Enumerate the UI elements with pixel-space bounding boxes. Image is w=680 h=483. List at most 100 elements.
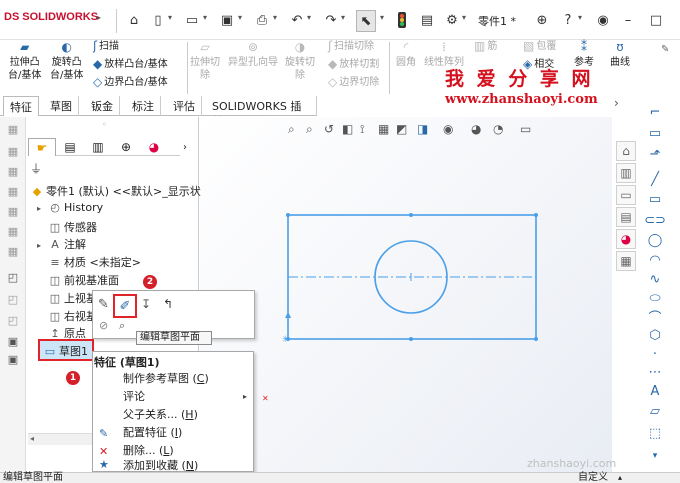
select-dropdown-icon[interactable]: ▾ <box>378 13 386 22</box>
edit-appearance-icon[interactable]: ◉ <box>443 122 453 136</box>
tree-item-sensors[interactable]: ◫ 传感器 <box>32 219 97 235</box>
revolve-boss-button[interactable]: ◐ 旋转凸 台/基体 <box>50 41 83 82</box>
tree-item-history[interactable]: ▸ ◴ History <box>32 201 103 214</box>
sketch-point[interactable] <box>409 213 413 217</box>
display-style-icon[interactable]: ◩ <box>396 122 407 136</box>
print-dropdown-icon[interactable]: ▾ <box>271 13 279 22</box>
dynamic-annotation-icon[interactable]: ⟟ <box>360 122 364 137</box>
zoom-to-area-icon[interactable]: ⌕ <box>306 122 313 137</box>
boundary-boss-button[interactable]: ◇ 边界凸台/基体 <box>93 76 168 89</box>
line-icon[interactable]: ╱ <box>646 170 664 188</box>
menu-item-add-to-favorites[interactable]: ★ 添加到收藏 (N) <box>93 459 253 472</box>
sketch-point[interactable] <box>534 213 538 217</box>
configurationmanager-tab-icon[interactable]: ▥ <box>84 138 112 156</box>
rebuild-traffic-light-icon[interactable] <box>393 11 411 29</box>
sketch-drawing[interactable]: ✳ ▲ <box>270 195 560 355</box>
help-icon[interactable]: ? <box>559 11 577 29</box>
strip-icon[interactable]: ▣ <box>5 353 21 367</box>
print-icon[interactable]: ⎙ <box>253 11 271 29</box>
ribbon-pin-icon[interactable]: ✎ <box>661 44 669 55</box>
fillet-button[interactable]: ◜ 圆角 <box>396 41 416 69</box>
design-library-icon[interactable]: ▥ <box>616 163 636 183</box>
task-home-icon[interactable]: ⌂ <box>616 141 636 161</box>
tree-item-top-plane[interactable]: ◫ 上视基 <box>32 290 97 306</box>
appearances-icon[interactable]: ◕ <box>616 229 636 249</box>
circle-icon[interactable]: ◯ <box>646 231 664 249</box>
hide-show-items-icon[interactable]: ◨ <box>417 122 428 136</box>
edit-sketch-icon[interactable]: ✎ <box>98 297 109 312</box>
view-palette-icon[interactable]: ▤ <box>616 207 636 227</box>
menu-item-configure-feature[interactable]: ✎ 配置特征 (I) <box>93 424 253 442</box>
normal-to-icon[interactable]: ↧ <box>141 297 151 311</box>
new-document-icon[interactable]: ▯ <box>149 11 167 29</box>
boundary-cut-button[interactable]: ◇ 边界切除 <box>328 76 379 89</box>
tree-item-sketch1[interactable]: ▭ 草图1 <box>38 339 94 361</box>
expand-icon[interactable]: ▸ <box>32 241 46 250</box>
save-dropdown-icon[interactable]: ▾ <box>236 13 244 22</box>
dimxpert-tab-icon[interactable]: ⊕ <box>112 138 140 156</box>
redo-icon[interactable]: ↷ <box>322 11 340 29</box>
menu-item-comment[interactable]: 评论 ▸ <box>93 388 253 406</box>
centerline-icon[interactable]: ⋯ <box>646 363 664 381</box>
strip-icon[interactable]: ▦ <box>5 145 21 159</box>
units-dropdown-icon[interactable]: ▴ <box>618 473 622 483</box>
swept-cut-button[interactable]: ʃ 扫描切除 <box>328 40 374 53</box>
tabs-scroll-right-icon[interactable]: › <box>171 138 199 156</box>
hide-icon[interactable]: ⊘ <box>99 319 108 332</box>
zoom-to-selection-icon[interactable]: ⌕ <box>119 319 125 333</box>
rectangle-icon[interactable]: ▭ <box>646 190 664 208</box>
curves-button[interactable]: ʊ 曲线 <box>610 41 630 69</box>
menu-expand-icon[interactable]: ▸ <box>95 13 103 22</box>
view-settings-icon[interactable]: ◔ <box>493 122 503 136</box>
filter-icon[interactable]: ⏚ <box>30 160 42 177</box>
tree-item-front-plane[interactable]: ◫ 前视基准面 <box>32 272 119 288</box>
tab-evaluate[interactable]: 评估 <box>167 96 202 116</box>
slot-icon[interactable]: ⊂⊃ <box>644 211 666 229</box>
options-gear-icon[interactable]: ⚙ <box>443 11 461 29</box>
menu-item-parent-child[interactable]: 父子关系... (H) <box>93 406 253 424</box>
loft-boss-button[interactable]: ◆ 放样凸台/基体 <box>93 58 168 71</box>
revolve-cut-button[interactable]: ◑ 旋转切 除 <box>285 41 315 82</box>
menu-item-delete[interactable]: ✕ 删除... (L) <box>93 442 253 460</box>
menu-item-make-reference-sketch[interactable]: 制作参考草图 (C) <box>93 370 253 388</box>
strip-icon[interactable]: ▦ <box>5 123 21 137</box>
sketch-point[interactable] <box>534 337 538 341</box>
display-manager-tab-icon[interactable]: ◕ <box>140 138 168 156</box>
spline-icon[interactable]: ∿ <box>646 270 664 288</box>
fillet-sketch-icon[interactable]: ⌒ <box>646 307 664 326</box>
edit-sketch-plane-icon[interactable]: ✐ <box>113 294 137 318</box>
units-selector[interactable]: 自定义 <box>578 473 608 483</box>
tree-item-annotations[interactable]: ▸ A 注解 <box>32 236 86 252</box>
sketch-rect-icon[interactable]: ▭ <box>646 124 664 142</box>
strip-icon[interactable]: ▦ <box>5 165 21 179</box>
tree-root-part[interactable]: ◆ 零件1 (默认) <<默认>_显示状 <box>30 183 201 199</box>
options-dropdown-icon[interactable]: ▾ <box>460 13 468 22</box>
user-account-icon[interactable]: ◉ <box>594 11 612 29</box>
maximize-icon[interactable]: □ <box>647 11 665 29</box>
file-explorer-icon[interactable]: ▭ <box>616 185 636 205</box>
view-orientation-icon[interactable]: ▦ <box>378 122 389 136</box>
select-pointer-icon[interactable]: ⬉ <box>356 10 376 32</box>
panel-expand-handle[interactable]: ◦ <box>102 120 107 129</box>
redo-dropdown-icon[interactable]: ▾ <box>339 13 347 22</box>
strip-icon[interactable]: ◰ <box>5 293 21 307</box>
undo-dropdown-icon[interactable]: ▾ <box>305 13 313 22</box>
strip-icon[interactable]: ▣ <box>5 335 21 349</box>
strip-icon[interactable]: ◰ <box>5 314 21 328</box>
file-properties-icon[interactable]: ▤ <box>418 11 436 29</box>
tab-sheet-metal[interactable]: 钣金 <box>85 96 120 116</box>
previous-view-icon[interactable]: ↺ <box>324 122 334 136</box>
section-view-icon[interactable]: ◧ <box>342 122 353 136</box>
tab-markup[interactable]: 标注 <box>126 96 161 116</box>
sweep-button[interactable]: ʃ 扫描 <box>93 40 119 53</box>
sketch-point[interactable] <box>286 213 290 217</box>
polygon-icon[interactable]: ⬡ <box>646 326 664 344</box>
strip-icon[interactable]: ▦ <box>5 225 21 239</box>
strip-icon[interactable]: ▦ <box>5 185 21 199</box>
wrap-button[interactable]: ▧ 包覆 <box>523 40 556 53</box>
monitor-display-icon[interactable]: ▭ <box>520 122 531 136</box>
featuremanager-tab-icon[interactable]: ☛ <box>28 138 56 156</box>
save-icon[interactable]: ▣ <box>218 11 236 29</box>
undo-icon[interactable]: ↶ <box>288 11 306 29</box>
rollback-icon[interactable]: ↰ <box>163 297 173 311</box>
